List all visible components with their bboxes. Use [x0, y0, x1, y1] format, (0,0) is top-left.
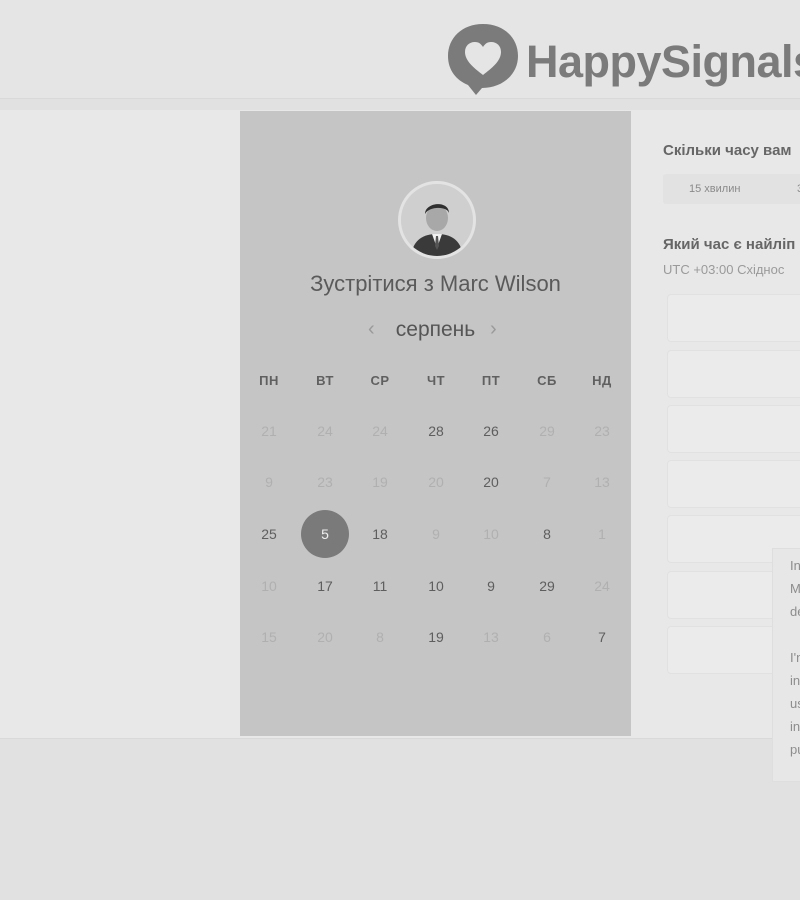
duration-selector: 15 хвилин 3 — [663, 174, 800, 204]
chevron-left-icon[interactable]: ‹ — [368, 318, 375, 341]
calendar-day: 15 — [261, 629, 277, 645]
calendar-day: 20 — [317, 629, 333, 645]
brand-logo[interactable]: HappySignals — [446, 20, 800, 96]
calendar-day: 13 — [483, 629, 499, 645]
calendar-day: 24 — [317, 423, 333, 439]
brand-name: HappySignals — [526, 36, 800, 87]
calendar-day[interactable]: 26 — [467, 407, 515, 455]
calendar-day[interactable]: 8 — [523, 510, 571, 558]
info-text: pu — [790, 742, 800, 757]
weekday-label: ПТ — [481, 373, 501, 388]
calendar-day: 23 — [594, 423, 610, 439]
weekday-header: ПН ВТ СР ЧТ ПТ СБ НД — [240, 373, 631, 391]
meeting-title: Зустрітися з Marc Wilson — [310, 271, 561, 296]
calendar-day: 6 — [543, 629, 551, 645]
selected-day[interactable]: 5 — [301, 510, 349, 558]
info-text: I'n — [790, 650, 800, 665]
info-text: us — [790, 696, 800, 711]
calendar-day[interactable]: 11 — [356, 562, 404, 610]
calendar-day: 21 — [261, 423, 277, 439]
heart-speech-bubble-icon — [448, 24, 518, 95]
info-text: in — [790, 673, 800, 688]
top-header: HappySignals — [0, 0, 800, 99]
calendar-day: 9 — [432, 526, 440, 542]
calendar-day[interactable]: 25 — [245, 510, 293, 558]
duration-option-15[interactable]: 15 хвилин — [689, 183, 740, 195]
time-slot[interactable] — [667, 294, 800, 342]
calendar-day: 24 — [594, 578, 610, 594]
info-text: In — [790, 558, 800, 573]
calendar-day[interactable]: 28 — [412, 407, 460, 455]
duration-question: Скільки часу вам — [663, 142, 792, 159]
calendar-day: 20 — [428, 474, 444, 490]
calendar-day[interactable]: 10 — [412, 562, 460, 610]
month-label: серпень — [395, 318, 476, 341]
calendar-day[interactable]: 18 — [356, 510, 404, 558]
person-avatar-icon — [401, 184, 473, 256]
avatar — [398, 181, 476, 259]
calendar-day[interactable]: 9 — [467, 562, 515, 610]
calendar-day: 24 — [372, 423, 388, 439]
calendar-day: 7 — [543, 474, 551, 490]
info-text: in — [790, 719, 800, 734]
time-slot[interactable] — [667, 460, 800, 508]
calendar-day: 10 — [261, 578, 277, 594]
timezone-label[interactable]: UTC +03:00 Східнос — [663, 262, 784, 277]
calendar-day: 29 — [539, 423, 555, 439]
calendar-day: 9 — [265, 474, 273, 490]
weekday-label: СБ — [537, 373, 557, 388]
calendar-day: 19 — [372, 474, 388, 490]
calendar-day: 1 — [598, 526, 606, 542]
weekday-label: НД — [592, 373, 612, 388]
calendar-day: 13 — [594, 474, 610, 490]
calendar-day: 10 — [483, 526, 499, 542]
time-slot[interactable] — [667, 405, 800, 453]
month-navigation: ‹ серпень › — [240, 316, 631, 346]
calendar-day: 8 — [376, 629, 384, 645]
calendar-day[interactable]: 19 — [412, 613, 460, 661]
info-text: de — [790, 604, 800, 619]
calendar-day[interactable]: 29 — [523, 562, 571, 610]
calendar-panel: Зустрітися з Marc Wilson ‹ серпень › ПН … — [240, 111, 631, 736]
calendar-day: 23 — [317, 474, 333, 490]
weekday-label: ПН — [259, 373, 279, 388]
calendar-day[interactable]: 20 — [467, 458, 515, 506]
chevron-right-icon[interactable]: › — [490, 318, 497, 341]
info-text: M — [790, 581, 800, 596]
weekday-label: ВТ — [316, 373, 334, 388]
weekday-label: ЧТ — [426, 373, 446, 388]
time-question: Який час є найліп — [663, 236, 796, 253]
weekday-label: СР — [370, 373, 390, 388]
time-slot[interactable] — [667, 350, 800, 398]
calendar-day[interactable]: 7 — [578, 613, 626, 661]
calendar-day[interactable]: 17 — [301, 562, 349, 610]
